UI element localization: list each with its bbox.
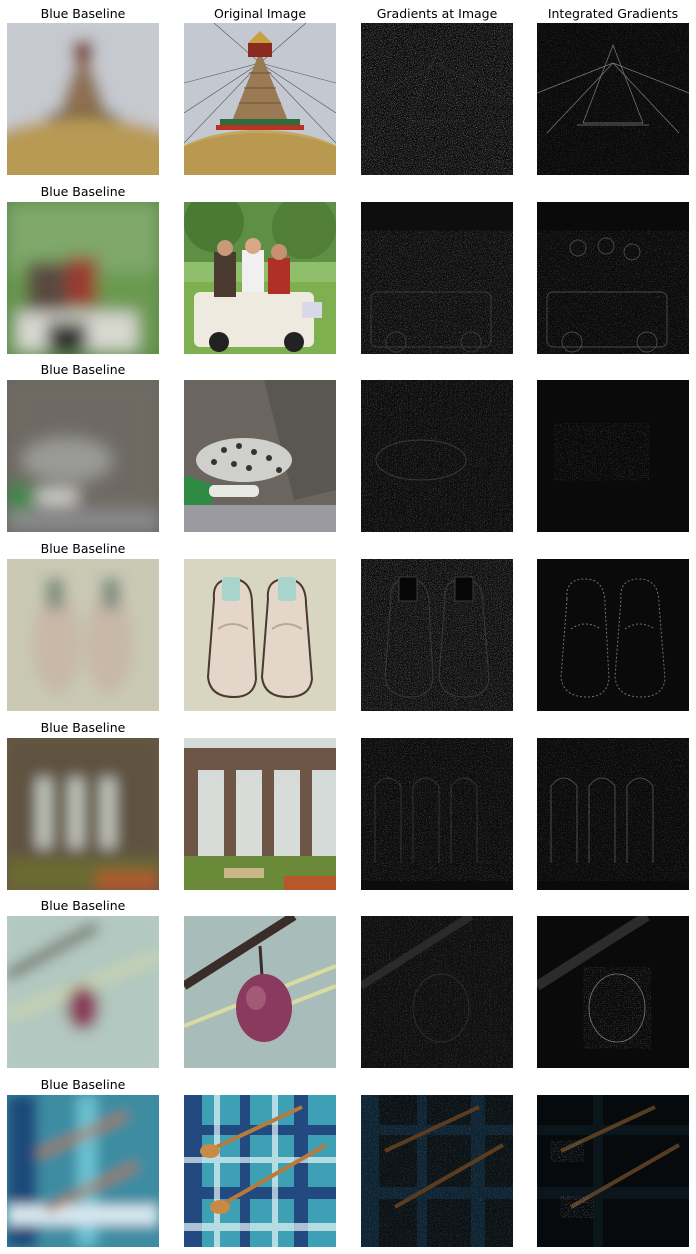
original-image-stupa <box>184 23 336 175</box>
baseline-image-golf-cart <box>7 202 159 354</box>
row-title-blue-baseline: Blue Baseline <box>40 541 126 556</box>
baseline-image-plum <box>7 916 159 1068</box>
header-blue-baseline: Blue Baseline <box>40 6 126 21</box>
header-gradients-at-image: Gradients at Image <box>376 6 498 21</box>
gradients-map-snow-leopard <box>361 380 513 532</box>
integrated-gradients-map-spoons <box>537 1095 689 1247</box>
integrated-gradients-map-golf-cart <box>537 202 689 354</box>
row-title-blue-baseline: Blue Baseline <box>40 362 126 377</box>
gradients-map-stupa <box>361 23 513 175</box>
row-title-blue-baseline: Blue Baseline <box>40 898 126 913</box>
original-image-plum <box>184 916 336 1068</box>
integrated-gradients-map-plum <box>537 916 689 1068</box>
original-image-loafers <box>184 559 336 711</box>
original-image-spoons <box>184 1095 336 1247</box>
integrated-gradients-map-loafers <box>537 559 689 711</box>
baseline-image-spoons <box>7 1095 159 1247</box>
integrated-gradients-map-snow-leopard <box>537 380 689 532</box>
row-title-blue-baseline: Blue Baseline <box>40 1077 126 1092</box>
original-image-snow-leopard <box>184 380 336 532</box>
header-original-image: Original Image <box>213 6 307 21</box>
original-image-golf-cart <box>184 202 336 354</box>
integrated-gradients-map-viaduct <box>537 738 689 890</box>
gradients-map-spoons <box>361 1095 513 1247</box>
gradients-map-loafers <box>361 559 513 711</box>
gradients-map-viaduct <box>361 738 513 890</box>
baseline-image-loafers <box>7 559 159 711</box>
row-title-blue-baseline: Blue Baseline <box>40 184 126 199</box>
gradients-map-golf-cart <box>361 202 513 354</box>
row-title-blue-baseline: Blue Baseline <box>40 720 126 735</box>
baseline-image-stupa <box>7 23 159 175</box>
header-integrated-gradients: Integrated Gradients <box>547 6 679 21</box>
integrated-gradients-map-stupa <box>537 23 689 175</box>
baseline-image-viaduct <box>7 738 159 890</box>
gradients-map-plum <box>361 916 513 1068</box>
baseline-image-snow-leopard <box>7 380 159 532</box>
original-image-viaduct <box>184 738 336 890</box>
